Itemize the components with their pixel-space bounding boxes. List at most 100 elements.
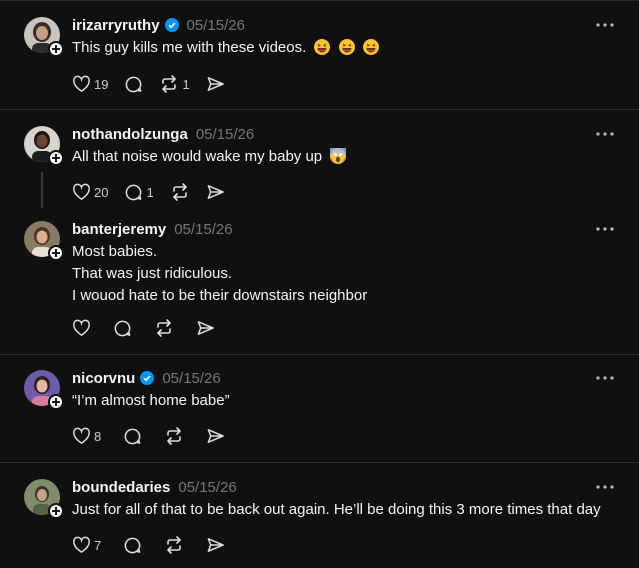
share-icon: [197, 321, 214, 335]
share-button[interactable]: [196, 317, 215, 339]
repost-button[interactable]: [170, 181, 190, 203]
post-text-line: I wouod hate to be their downstairs neig…: [72, 287, 368, 304]
reply-button[interactable]: [123, 425, 142, 447]
share-icon: [207, 538, 225, 552]
like-button[interactable]: 7: [72, 534, 101, 556]
repost-button[interactable]: [154, 317, 174, 339]
like-button[interactable]: 19: [72, 73, 108, 95]
avatar[interactable]: [24, 479, 64, 519]
follow-plus-icon[interactable]: [48, 394, 64, 410]
divider: [0, 0, 639, 1]
repost-icon: [157, 319, 171, 337]
follow-plus-icon[interactable]: [48, 41, 64, 57]
post-text-line: Most babies.: [72, 243, 158, 260]
thread-line: [41, 172, 43, 208]
username[interactable]: nicorvnu: [72, 370, 135, 387]
post-header: nicorvnu 05/15/26: [72, 368, 221, 388]
heart-icon: [73, 183, 90, 201]
divider: [0, 109, 639, 110]
more-icon[interactable]: [595, 219, 615, 239]
comment-icon: [124, 537, 141, 553]
heart-icon: [73, 536, 90, 554]
like-button[interactable]: [72, 317, 91, 339]
like-count: 8: [94, 428, 102, 444]
repost-icon: [167, 427, 182, 445]
comment-icon: [126, 184, 142, 200]
share-button[interactable]: [206, 534, 225, 556]
username[interactable]: boundedaries: [72, 479, 170, 496]
avatar[interactable]: [24, 370, 64, 410]
post-header: irizarryruthy 05/15/26: [72, 15, 245, 35]
like-count: 19: [94, 76, 109, 92]
post-date[interactable]: 05/15/26: [196, 126, 254, 143]
heart-icon: [73, 427, 90, 445]
heart-icon: [73, 319, 90, 337]
share-button[interactable]: [206, 425, 225, 447]
follow-plus-icon[interactable]: [48, 503, 64, 519]
post-date[interactable]: 05/15/26: [178, 479, 236, 496]
grinning-squinting-face-icon: [362, 39, 379, 62]
follow-plus-icon[interactable]: [48, 245, 64, 261]
post-text: Just for all of that to be back out agai…: [72, 499, 601, 521]
follow-plus-icon[interactable]: [48, 150, 64, 166]
grinning-squinting-face-icon: [338, 39, 355, 62]
more-icon[interactable]: [595, 477, 615, 497]
like-count: 20: [94, 184, 109, 200]
post-actions: 7: [72, 534, 241, 556]
post-text-line: All that noise would wake my baby up: [72, 148, 323, 165]
repost-icon: [162, 75, 177, 93]
post-header: nothandolzunga 05/15/26: [72, 124, 254, 144]
post-text: “I’m almost home babe”: [72, 390, 230, 412]
like-button[interactable]: 20: [72, 181, 108, 203]
post-text-line: That was just ridiculous.: [72, 265, 233, 282]
more-icon[interactable]: [595, 124, 615, 144]
username[interactable]: irizarryruthy: [72, 17, 160, 34]
post-date[interactable]: 05/15/26: [187, 17, 245, 34]
post-text-line: Just for all of that to be back out agai…: [72, 501, 601, 518]
comment-icon: [124, 428, 141, 444]
verified-badge-icon: [140, 371, 155, 385]
reply-count: 1: [146, 184, 154, 200]
repost-icon: [167, 536, 182, 554]
verified-badge-icon: [164, 18, 179, 32]
share-icon: [207, 77, 224, 91]
share-button[interactable]: [206, 73, 225, 95]
post-actions: [72, 317, 231, 339]
post-actions: 8: [72, 425, 241, 447]
comment-icon: [114, 320, 131, 336]
post-text: This guy kills me with these videos.: [72, 37, 379, 62]
post-text: All that noise would wake my baby up: [72, 146, 347, 171]
like-button[interactable]: 8: [72, 425, 101, 447]
share-icon: [207, 185, 224, 199]
post-date[interactable]: 05/15/26: [162, 370, 220, 387]
username[interactable]: nothandolzunga: [72, 126, 188, 143]
grinning-squinting-face-icon: [314, 39, 331, 62]
reply-button[interactable]: 1: [124, 181, 154, 203]
share-button[interactable]: [206, 181, 225, 203]
divider: [0, 354, 639, 355]
reply-button[interactable]: [124, 73, 143, 95]
post-actions: 20 1: [72, 181, 241, 203]
like-count: 7: [94, 537, 102, 553]
face-screaming-in-fear-icon: [330, 148, 347, 171]
reply-button[interactable]: [123, 534, 142, 556]
divider: [0, 462, 639, 463]
post-text-line: This guy kills me with these videos.: [72, 39, 307, 56]
repost-button[interactable]: [164, 534, 184, 556]
repost-count: 1: [182, 76, 190, 92]
more-icon[interactable]: [595, 15, 615, 35]
avatar[interactable]: [24, 17, 64, 57]
share-icon: [207, 429, 225, 443]
username[interactable]: banterjeremy: [72, 221, 166, 238]
repost-button[interactable]: [164, 425, 184, 447]
post-header: banterjeremy 05/15/26: [72, 219, 233, 239]
avatar[interactable]: [24, 221, 64, 261]
post-header: boundedaries 05/15/26: [72, 477, 237, 497]
avatar[interactable]: [24, 126, 64, 166]
post-text: Most babies. That was just ridiculous. I…: [72, 241, 367, 307]
more-icon[interactable]: [595, 368, 615, 388]
reply-button[interactable]: [113, 317, 132, 339]
post-date[interactable]: 05/15/26: [174, 221, 232, 238]
repost-button[interactable]: 1: [159, 73, 190, 95]
post-text-line: “I’m almost home babe”: [72, 392, 230, 409]
